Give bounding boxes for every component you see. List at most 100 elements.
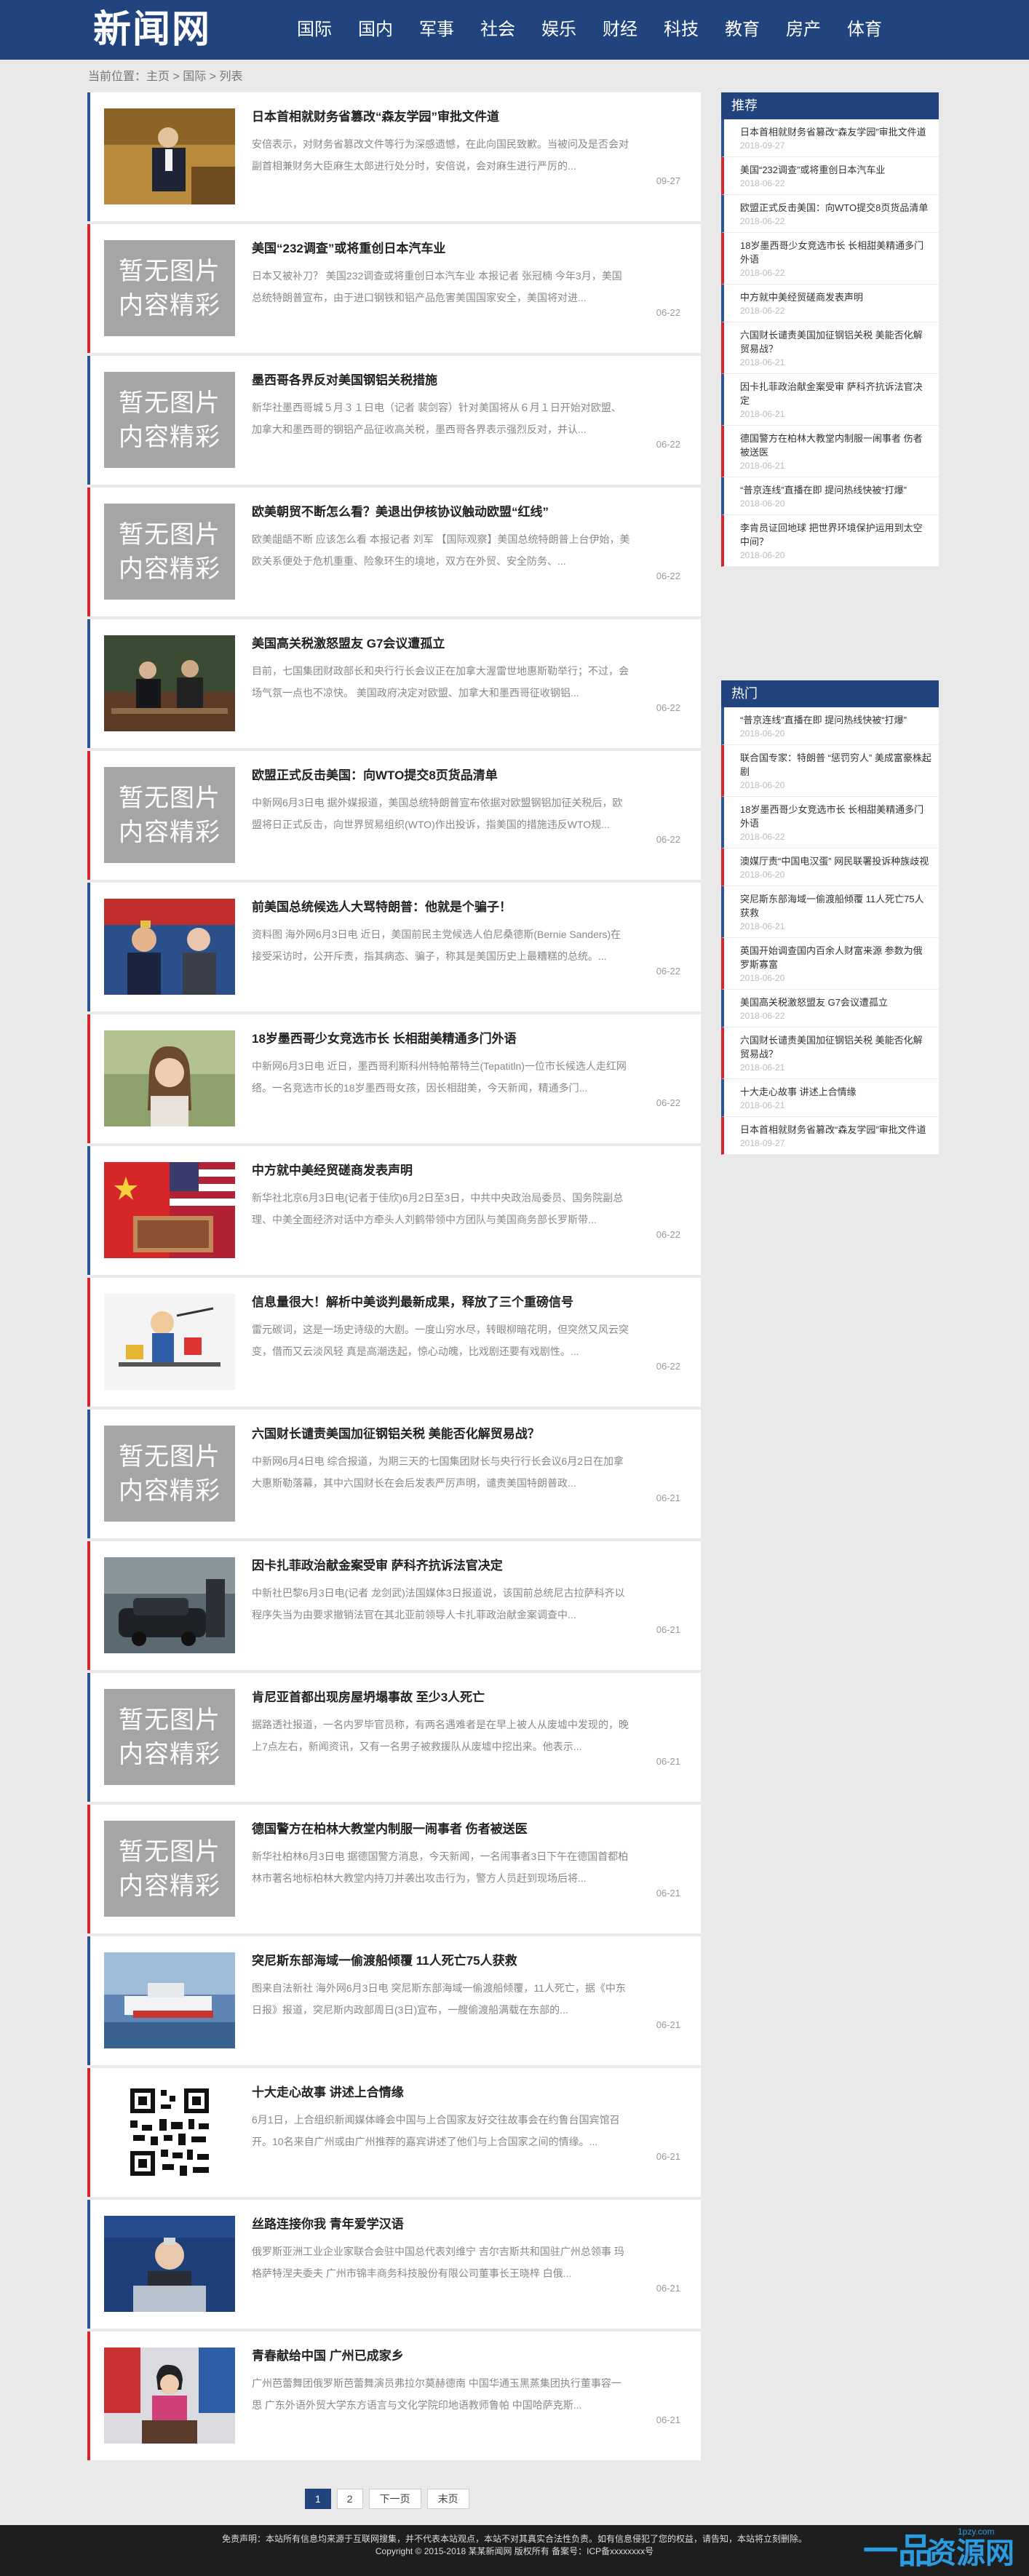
article-title[interactable]: 因卡扎菲政治献金案受审 萨科齐抗诉法官决定 bbox=[252, 1557, 674, 1575]
page-number-button[interactable]: 2 bbox=[336, 2489, 363, 2509]
sidebar-item-title[interactable]: 18岁墨西哥少女竞选市长 长相甜美精通多门外语 bbox=[740, 239, 931, 266]
sidebar-list-item[interactable]: 李肯员证回地球 把世界环境保护运用到太空中间？ 2018-06-20 bbox=[721, 515, 939, 567]
sidebar-item-title[interactable]: 因卡扎菲政治献金案受审 萨科齐抗诉法官决定 bbox=[740, 380, 931, 408]
article-title[interactable]: 肯尼亚首都出现房屋坍塌事故 至少3人死亡 bbox=[252, 1689, 674, 1706]
sidebar-list-item[interactable]: 欧盟正式反击美国：向WTO提交8页货品清单 2018-06-22 bbox=[721, 195, 939, 233]
article-title[interactable]: 青春献给中国 广州已成家乡 bbox=[252, 2348, 674, 2365]
sidebar-item-title[interactable]: 德国警方在柏林大教堂内制服一闹事者 伤者被送医 bbox=[740, 432, 931, 459]
placeholder-image[interactable]: 暂无图片 内容精彩 bbox=[104, 1821, 235, 1917]
nav-item[interactable]: 教育 bbox=[712, 0, 773, 60]
sidebar-item-title[interactable]: “普京连线”直播在即 提问热线快被“打爆” bbox=[740, 713, 931, 727]
sidebar-list-item[interactable]: 日本首相就财务省篡改“森友学园”审批文件道 2018-09-27 bbox=[721, 119, 939, 157]
sidebar-list-item[interactable]: 六国财长谴责美国加征钢铝关税 美能否化解贸易战？ 2018-06-21 bbox=[721, 322, 939, 374]
article-thumbnail[interactable] bbox=[104, 899, 235, 995]
placeholder-image[interactable]: 暂无图片 内容精彩 bbox=[104, 767, 235, 863]
article-title[interactable]: 前美国总统候选人大骂特朗普：他就是个骗子！ bbox=[252, 899, 674, 916]
sidebar-list-item[interactable]: 美国高关税激怒盟友 G7会议遭孤立 2018-06-22 bbox=[721, 990, 939, 1027]
article-thumbnail[interactable] bbox=[104, 2348, 235, 2444]
nav-item[interactable]: 国内 bbox=[345, 0, 406, 60]
sidebar-list-item[interactable]: 中方就中美经贸磋商发表声明 2018-06-22 bbox=[721, 285, 939, 322]
article-item[interactable]: 丝路连接你我 青年爱学汉语 俄罗斯亚洲工业企业家联合会驻中国总代表刘维宁 吉尔吉斯… bbox=[87, 2200, 701, 2329]
sidebar-list-item[interactable]: 英国开始调查国内百余人财富来源 参数为俄罗斯寡富 2018-06-20 bbox=[721, 938, 939, 990]
placeholder-image[interactable]: 暂无图片 内容精彩 bbox=[104, 372, 235, 468]
sidebar-item-title[interactable]: 美国“232调查”或将重创日本汽车业 bbox=[740, 163, 931, 177]
article-title[interactable]: 德国警方在柏林大教堂内制服一闹事者 伤者被送医 bbox=[252, 1821, 674, 1838]
article-item[interactable]: 暂无图片 内容精彩 德国警方在柏林大教堂内制服一闹事者 伤者被送医 新华社柏林6月3日… bbox=[87, 1805, 701, 1933]
article-item[interactable]: 信息量很大！解析中美谈判最新成果，释放了三个重磅信号 雷元碳词，这是一场史诗级的大… bbox=[87, 1278, 701, 1407]
article-thumbnail[interactable] bbox=[104, 1952, 235, 2048]
placeholder-image[interactable]: 暂无图片 内容精彩 bbox=[104, 504, 235, 600]
article-title[interactable]: 六国财长谴责美国加征钢铝关税 美能否化解贸易战？ bbox=[252, 1426, 674, 1443]
article-title[interactable]: 欧盟正式反击美国：向WTO提交8页货品清单 bbox=[252, 767, 674, 784]
sidebar-list-item[interactable]: 六国财长谴责美国加征钢铝关税 美能否化解贸易战？ 2018-06-21 bbox=[721, 1027, 939, 1079]
article-thumbnail[interactable] bbox=[104, 635, 235, 731]
article-item[interactable]: 18岁墨西哥少女竞选市长 长相甜美精通多门外语 中新网6月3日电 近日，墨西哥利斯… bbox=[87, 1014, 701, 1143]
site-logo[interactable]: 新闻网 bbox=[93, 4, 211, 55]
nav-item[interactable]: 科技 bbox=[651, 0, 712, 60]
article-title[interactable]: 十大走心故事 讲述上合情缘 bbox=[252, 2084, 674, 2102]
sidebar-item-title[interactable]: 联合国专家：特朗普 “惩罚穷人” 美成富豪株起剧 bbox=[740, 751, 931, 779]
sidebar-list-item[interactable]: 德国警方在柏林大教堂内制服一闹事者 伤者被送医 2018-06-21 bbox=[721, 426, 939, 477]
sidebar-list-item[interactable]: 日本首相就财务省篡改“森友学园”审批文件道 2018-09-27 bbox=[721, 1117, 939, 1155]
sidebar-list-item[interactable]: 突尼斯东部海域一偷渡船倾覆 11人死亡75人获救 2018-06-21 bbox=[721, 886, 939, 938]
article-item[interactable]: 日本首相就财务省篡改“森友学园”审批文件道 安倍表示，对财务省篡改文件等行为深感遗… bbox=[87, 92, 701, 221]
nav-item[interactable]: 体育 bbox=[834, 0, 895, 60]
last-page-button[interactable]: 末页 bbox=[426, 2489, 469, 2509]
article-item[interactable]: 暂无图片 内容精彩 美国“232调查”或将重创日本汽车业 日本又被补刀？ 美国232调… bbox=[87, 224, 701, 353]
nav-item[interactable]: 房产 bbox=[773, 0, 834, 60]
article-title[interactable]: 信息量很大！解析中美谈判最新成果，释放了三个重磅信号 bbox=[252, 1294, 674, 1311]
sidebar-list-item[interactable]: 十大走心故事 讲述上合情缘 2018-06-21 bbox=[721, 1079, 939, 1117]
article-item[interactable]: 暂无图片 内容精彩 肯尼亚首都出现房屋坍塌事故 至少3人死亡 据路透社报道，一名内罗毕… bbox=[87, 1673, 701, 1802]
article-thumbnail[interactable] bbox=[104, 1162, 235, 1258]
article-thumbnail[interactable] bbox=[104, 2084, 235, 2180]
page-number-button[interactable]: 1 bbox=[305, 2489, 331, 2509]
article-item[interactable]: 美国高关税激怒盟友 G7会议遭孤立 目前，七国集团财政部长和央行行长会议正在加拿大… bbox=[87, 619, 701, 748]
sidebar-item-title[interactable]: 突尼斯东部海域一偷渡船倾覆 11人死亡75人获救 bbox=[740, 892, 931, 920]
placeholder-image[interactable]: 暂无图片 内容精彩 bbox=[104, 240, 235, 336]
sidebar-item-title[interactable]: 欧盟正式反击美国：向WTO提交8页货品清单 bbox=[740, 201, 931, 215]
article-item[interactable]: 暂无图片 内容精彩 欧盟正式反击美国：向WTO提交8页货品清单 中新网6月3日电 据外… bbox=[87, 751, 701, 880]
sidebar-item-title[interactable]: 日本首相就财务省篡改“森友学园”审批文件道 bbox=[740, 125, 931, 139]
article-item[interactable]: 前美国总统候选人大骂特朗普：他就是个骗子！ 资料图 海外网6月3日电 近日，美国前… bbox=[87, 883, 701, 1011]
sidebar-list-item[interactable]: 澳媒厅责“中国电汉蛋” 网民联署投诉种族歧视 2018-06-20 bbox=[721, 848, 939, 886]
sidebar-item-title[interactable]: 李肯员证回地球 把世界环境保护运用到太空中间？ bbox=[740, 521, 931, 549]
article-thumbnail[interactable] bbox=[104, 108, 235, 204]
nav-item[interactable]: 国际 bbox=[284, 0, 345, 60]
sidebar-list-item[interactable]: 美国“232调查”或将重创日本汽车业 2018-06-22 bbox=[721, 157, 939, 195]
nav-item[interactable]: 娱乐 bbox=[528, 0, 589, 60]
sidebar-item-title[interactable]: 澳媒厅责“中国电汉蛋” 网民联署投诉种族歧视 bbox=[740, 854, 931, 868]
sidebar-list-item[interactable]: “普京连线”直播在即 提问热线快被“打爆” 2018-06-20 bbox=[721, 707, 939, 745]
article-thumbnail[interactable] bbox=[104, 1030, 235, 1126]
article-title[interactable]: 18岁墨西哥少女竞选市长 长相甜美精通多门外语 bbox=[252, 1030, 674, 1048]
sidebar-item-title[interactable]: 中方就中美经贸磋商发表声明 bbox=[740, 290, 931, 304]
article-title[interactable]: 欧美朝贸不断怎么看？美退出伊核协议触动欧盟“红线” bbox=[252, 504, 674, 521]
article-title[interactable]: 日本首相就财务省篡改“森友学园”审批文件道 bbox=[252, 108, 674, 126]
sidebar-item-title[interactable]: 六国财长谴责美国加征钢铝关税 美能否化解贸易战？ bbox=[740, 328, 931, 356]
article-thumbnail[interactable] bbox=[104, 1294, 235, 1390]
placeholder-image[interactable]: 暂无图片 内容精彩 bbox=[104, 1426, 235, 1522]
article-title[interactable]: 墨西哥各界反对美国钢铝关税措施 bbox=[252, 372, 674, 389]
article-item[interactable]: 暂无图片 内容精彩 欧美朝贸不断怎么看？美退出伊核协议触动欧盟“红线” 欧美龃龉不断 … bbox=[87, 488, 701, 616]
article-title[interactable]: 美国“232调查”或将重创日本汽车业 bbox=[252, 240, 674, 258]
article-item[interactable]: 因卡扎菲政治献金案受审 萨科齐抗诉法官决定 中新社巴黎6月3日电(记者 龙剑武)法… bbox=[87, 1541, 701, 1670]
nav-item[interactable]: 社会 bbox=[467, 0, 528, 60]
sidebar-list-item[interactable]: 18岁墨西哥少女竞选市长 长相甜美精通多门外语 2018-06-22 bbox=[721, 797, 939, 848]
nav-item[interactable]: 军事 bbox=[406, 0, 467, 60]
sidebar-list-item[interactable]: 因卡扎菲政治献金案受审 萨科齐抗诉法官决定 2018-06-21 bbox=[721, 374, 939, 426]
sidebar-list-item[interactable]: 18岁墨西哥少女竞选市长 长相甜美精通多门外语 2018-06-22 bbox=[721, 233, 939, 285]
article-title[interactable]: 美国高关税激怒盟友 G7会议遭孤立 bbox=[252, 635, 674, 653]
nav-item[interactable]: 财经 bbox=[589, 0, 651, 60]
placeholder-image[interactable]: 暂无图片 内容精彩 bbox=[104, 1689, 235, 1785]
sidebar-item-title[interactable]: 日本首相就财务省篡改“森友学园”审批文件道 bbox=[740, 1123, 931, 1137]
article-thumbnail[interactable] bbox=[104, 2216, 235, 2312]
article-item[interactable]: 暂无图片 内容精彩 六国财长谴责美国加征钢铝关税 美能否化解贸易战？ 中新网6月4日电… bbox=[87, 1410, 701, 1538]
article-item[interactable]: 青春献给中国 广州已成家乡 广州芭蕾舞团俄罗斯芭蕾舞演员弗拉尔莫赫德南 中国华通玉… bbox=[87, 2331, 701, 2460]
sidebar-item-title[interactable]: “普京连线”直播在即 提问热线快被“打爆” bbox=[740, 483, 931, 497]
sidebar-list-item[interactable]: 联合国专家：特朗普 “惩罚穷人” 美成富豪株起剧 2018-06-20 bbox=[721, 745, 939, 797]
sidebar-item-title[interactable]: 18岁墨西哥少女竞选市长 长相甜美精通多门外语 bbox=[740, 803, 931, 830]
article-item[interactable]: 十大走心故事 讲述上合情缘 6月1日，上合组织新闻媒体峰会中国与上合国家友好交往故… bbox=[87, 2068, 701, 2197]
article-title[interactable]: 中方就中美经贸磋商发表声明 bbox=[252, 1162, 674, 1180]
article-title[interactable]: 丝路连接你我 青年爱学汉语 bbox=[252, 2216, 674, 2233]
article-title[interactable]: 突尼斯东部海域一偷渡船倾覆 11人死亡75人获救 bbox=[252, 1952, 674, 1970]
next-page-button[interactable]: 下一页 bbox=[368, 2489, 421, 2509]
